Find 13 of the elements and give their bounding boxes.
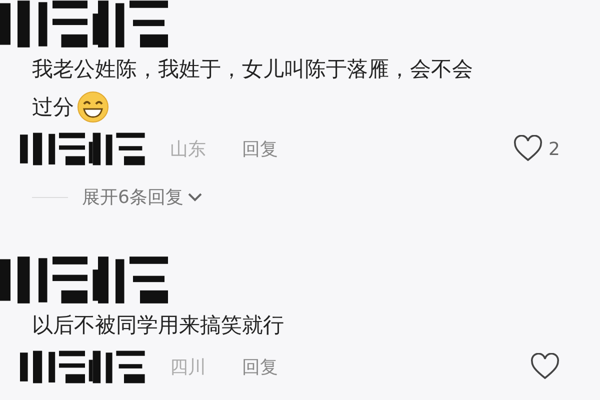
reply-button[interactable]: 回复 bbox=[242, 137, 278, 161]
heart-icon[interactable] bbox=[512, 135, 543, 163]
comment-text: 过分 bbox=[32, 94, 74, 121]
reply-button[interactable]: 回复 bbox=[242, 355, 278, 379]
location-label: 山东 bbox=[170, 138, 206, 161]
like-count: 2 bbox=[548, 138, 560, 160]
expand-replies-button[interactable]: 展开6条回复 bbox=[82, 185, 204, 209]
comment-text: 我老公姓陈，我姓于，女儿叫陈于落雁，会不会 bbox=[32, 56, 473, 83]
location-label: 四川 bbox=[170, 356, 206, 379]
chevron-down-icon bbox=[187, 192, 204, 202]
heart-icon[interactable] bbox=[530, 353, 560, 381]
comment-text: 以后不被同学用来搞笑就行 bbox=[32, 312, 284, 339]
grinning-face-icon bbox=[76, 90, 110, 124]
